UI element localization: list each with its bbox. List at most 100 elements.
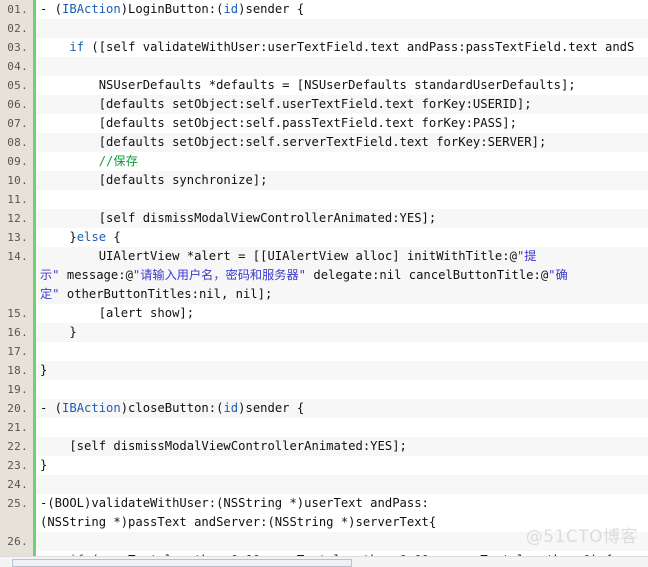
- code-line[interactable]: 25. -(BOOL)validateWithUser:(NSString *)u…: [0, 494, 648, 513]
- line-number: 13.: [0, 228, 33, 247]
- code-line[interactable]: 19.: [0, 380, 648, 399]
- gutter-separator: [33, 95, 36, 114]
- token-plain: NSUserDefaults *defaults = [NSUserDefaul…: [40, 78, 576, 92]
- gutter-separator: [33, 513, 36, 532]
- gutter-separator: [33, 0, 36, 19]
- code-line[interactable]: 01. - (IBAction)LoginButton:(id)sender {: [0, 0, 648, 19]
- code-line-text: if ([self validateWithUser:userTextField…: [40, 38, 634, 57]
- code-line-text: -(BOOL)validateWithUser:(NSString *)user…: [40, 494, 429, 513]
- token-kw: if: [69, 40, 85, 54]
- code-line-text: (NSString *)passText andServer:(NSString…: [40, 513, 436, 532]
- code-line[interactable]: 14. UIAlertView *alert = [[UIAlertView a…: [0, 247, 648, 266]
- line-number: 11.: [0, 190, 33, 209]
- line-number: 05.: [0, 76, 33, 95]
- code-line[interactable]: 15. [alert show];: [0, 304, 648, 323]
- token-plain: -(BOOL)validateWithUser:(NSString *)user…: [40, 496, 429, 510]
- horizontal-scrollbar-thumb[interactable]: [12, 559, 352, 567]
- line-number: 10.: [0, 171, 33, 190]
- line-number: 04.: [0, 57, 33, 76]
- token-plain: [defaults synchronize];: [40, 173, 268, 187]
- code-line-text: 示" message:@"请输入用户名，密码和服务器" delegate:nil…: [40, 266, 568, 285]
- code-line-text: }: [40, 456, 47, 475]
- gutter-separator: [33, 190, 36, 209]
- code-line[interactable]: 11.: [0, 190, 648, 209]
- line-number: 19.: [0, 380, 33, 399]
- line-number: 25.: [0, 494, 33, 513]
- gutter-separator: [33, 323, 36, 342]
- code-line-text: [defaults setObject:self.serverTextField…: [40, 133, 547, 152]
- code-line-continuation[interactable]: (NSString *)passText andServer:(NSString…: [0, 513, 648, 532]
- code-line[interactable]: 09. //保存: [0, 152, 648, 171]
- token-type: id: [223, 401, 239, 415]
- gutter-separator: [33, 114, 36, 133]
- code-line-text: //保存: [40, 152, 138, 171]
- token-plain: )sender {: [238, 401, 305, 415]
- code-line[interactable]: 02.: [0, 19, 648, 38]
- code-line[interactable]: 04.: [0, 57, 648, 76]
- line-number: [0, 513, 33, 532]
- line-number: 12.: [0, 209, 33, 228]
- gutter-separator: [33, 57, 36, 76]
- token-plain: {: [106, 230, 121, 244]
- code-line-text: [defaults setObject:self.userTextField.t…: [40, 95, 532, 114]
- gutter-separator: [33, 532, 36, 551]
- line-number: 09.: [0, 152, 33, 171]
- code-line-continuation[interactable]: 定" otherButtonTitles:nil, nil];: [0, 285, 648, 304]
- token-plain: )sender {: [238, 2, 305, 16]
- code-line[interactable]: 23.}: [0, 456, 648, 475]
- code-line-text: - (IBAction)closeButton:(id)sender {: [40, 399, 304, 418]
- token-string: "提: [516, 249, 537, 263]
- line-number: 16.: [0, 323, 33, 342]
- line-number: 15.: [0, 304, 33, 323]
- gutter-separator: [33, 437, 36, 456]
- code-line[interactable]: 16. }: [0, 323, 648, 342]
- code-line[interactable]: 17.: [0, 342, 648, 361]
- line-number: 22.: [0, 437, 33, 456]
- gutter-separator: [33, 133, 36, 152]
- code-line[interactable]: 22. [self dismissModalViewControllerAnim…: [0, 437, 648, 456]
- token-string: 定": [40, 287, 60, 301]
- token-plain: otherButtonTitles:nil, nil];: [59, 287, 273, 301]
- code-line[interactable]: 24.: [0, 475, 648, 494]
- gutter-separator: [33, 361, 36, 380]
- code-line[interactable]: 26.: [0, 532, 648, 551]
- token-string: "确: [548, 268, 568, 282]
- code-line[interactable]: 12. [self dismissModalViewControllerAnim…: [0, 209, 648, 228]
- gutter-separator: [33, 304, 36, 323]
- horizontal-scrollbar[interactable]: [0, 556, 648, 567]
- line-number: 02.: [0, 19, 33, 38]
- code-line[interactable]: 05. NSUserDefaults *defaults = [NSUserDe…: [0, 76, 648, 95]
- line-number: 20.: [0, 399, 33, 418]
- gutter-separator: [33, 38, 36, 57]
- token-plain: [defaults setObject:self.userTextField.t…: [40, 97, 532, 111]
- code-line-text: [alert show];: [40, 304, 194, 323]
- code-line[interactable]: 18.}: [0, 361, 648, 380]
- line-number: 03.: [0, 38, 33, 57]
- code-line[interactable]: 21.: [0, 418, 648, 437]
- line-number: 08.: [0, 133, 33, 152]
- line-number: 18.: [0, 361, 33, 380]
- gutter-separator: [33, 342, 36, 361]
- gutter-separator: [33, 494, 36, 513]
- token-plain: [defaults setObject:self.passTextField.t…: [40, 116, 517, 130]
- code-line[interactable]: 03. if ([self validateWithUser:userTextF…: [0, 38, 648, 57]
- code-line[interactable]: 10. [defaults synchronize];: [0, 171, 648, 190]
- code-listing[interactable]: 01. - (IBAction)LoginButton:(id)sender {0…: [0, 0, 648, 556]
- token-plain: }: [40, 230, 77, 244]
- code-line[interactable]: 06. [defaults setObject:self.userTextFie…: [0, 95, 648, 114]
- token-string: "请输入用户名，密码和服务器": [132, 268, 307, 282]
- code-viewer: 01. - (IBAction)LoginButton:(id)sender {0…: [0, 0, 648, 567]
- line-number: 06.: [0, 95, 33, 114]
- code-line-text: }: [40, 323, 76, 342]
- token-plain: [defaults setObject:self.serverTextField…: [40, 135, 547, 149]
- code-line-continuation[interactable]: 示" message:@"请输入用户名，密码和服务器" delegate:nil…: [0, 266, 648, 285]
- code-line[interactable]: 13. }else {: [0, 228, 648, 247]
- code-line-text: }else {: [40, 228, 121, 247]
- line-number: 14.: [0, 247, 33, 266]
- code-line[interactable]: 08. [defaults setObject:self.serverTextF…: [0, 133, 648, 152]
- gutter-separator: [33, 418, 36, 437]
- code-line[interactable]: 20. - (IBAction)closeButton:(id)sender {: [0, 399, 648, 418]
- code-line[interactable]: 07. [defaults setObject:self.passTextFie…: [0, 114, 648, 133]
- token-plain: [self dismissModalViewControllerAnimated…: [40, 211, 437, 225]
